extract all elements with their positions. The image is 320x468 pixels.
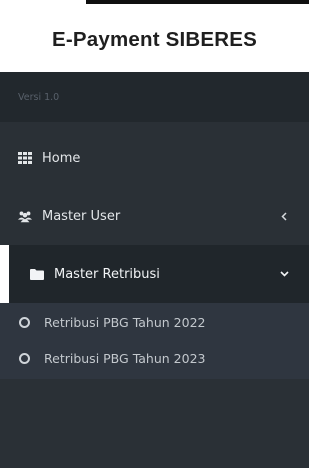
chevron-down-icon[interactable] — [279, 269, 289, 279]
brand-header[interactable]: E-Payment SIBERES — [0, 8, 309, 72]
sidebar-item-label: Master User — [42, 208, 121, 224]
submenu-master-retribusi: Retribusi PBG Tahun 2022 Retribusi PBG T… — [0, 303, 309, 379]
submenu-item-pbg-2022[interactable]: Retribusi PBG Tahun 2022 — [0, 303, 309, 341]
users-icon — [18, 209, 32, 223]
folder-icon — [30, 267, 44, 281]
active-indicator — [0, 245, 9, 303]
grid-icon — [18, 151, 32, 165]
submenu-item-label: Retribusi PBG Tahun 2022 — [44, 314, 206, 330]
chevron-left-icon[interactable] — [279, 211, 289, 221]
sidebar: Versi 1.0 Home Master User Master Retrib… — [0, 72, 309, 468]
app-root: E-Payment SIBERES Versi 1.0 Home Master … — [0, 0, 309, 468]
submenu-item-label: Retribusi PBG Tahun 2023 — [44, 350, 206, 366]
app-title: E-Payment SIBERES — [51, 28, 258, 51]
sidebar-item-master-user[interactable]: Master User — [0, 189, 309, 243]
top-edge — [0, 0, 309, 6]
submenu-item-pbg-2023[interactable]: Retribusi PBG Tahun 2023 — [0, 339, 309, 377]
sidebar-item-master-retribusi[interactable]: Master Retribusi — [0, 245, 309, 303]
circle-icon — [19, 316, 30, 328]
sidebar-item-home[interactable]: Home — [0, 131, 309, 185]
version-bar: Versi 1.0 — [0, 72, 309, 122]
top-border — [86, 0, 309, 4]
sidebar-item-label: Master Retribusi — [54, 266, 160, 282]
sidebar-item-label: Home — [42, 150, 81, 166]
circle-icon — [19, 352, 30, 364]
version-label: Versi 1.0 — [18, 92, 60, 103]
